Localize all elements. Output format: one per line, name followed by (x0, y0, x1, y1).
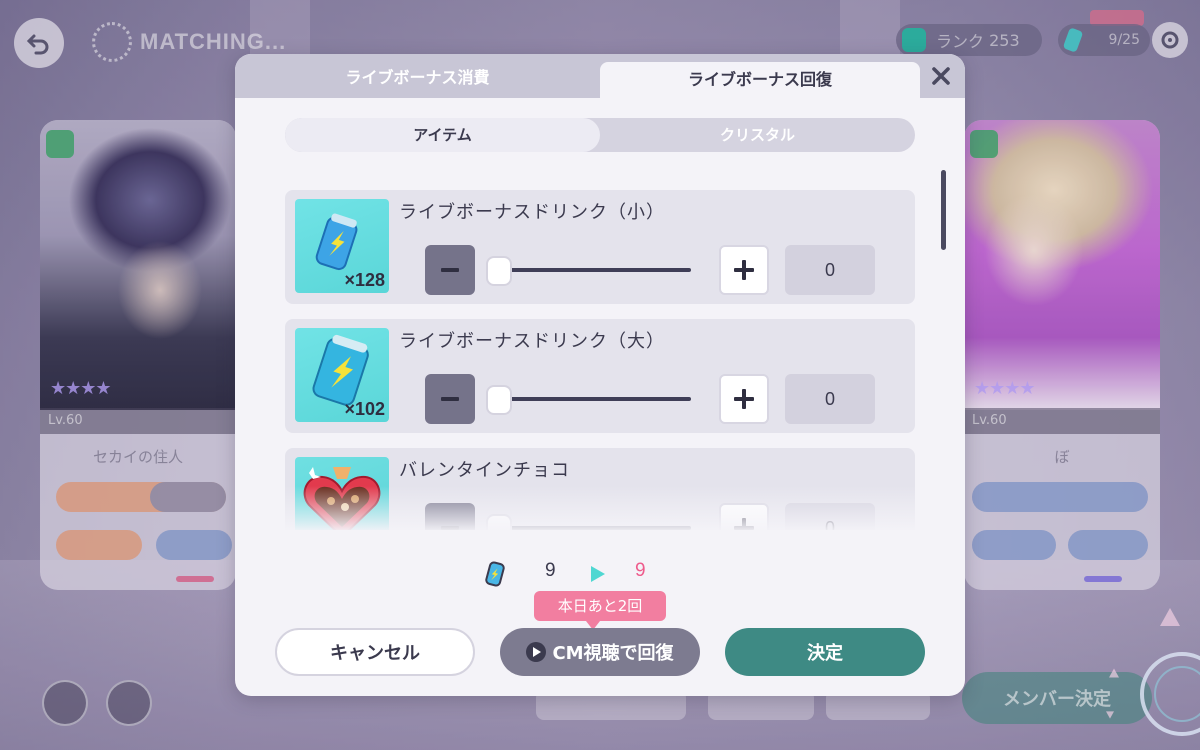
segment-crystal[interactable]: クリスタル (600, 118, 915, 152)
item-list[interactable]: ×128 ライブボーナスドリンク（小） 0 ×102 ライブボーナスドリンク（大… (285, 190, 915, 530)
watch-cm-label: CM視聴で回復 (552, 643, 674, 664)
increment-button[interactable] (719, 245, 769, 295)
plus-icon (734, 389, 754, 409)
bonus-drink-small-icon: ×128 (295, 199, 389, 293)
quantity-field[interactable]: 0 (785, 245, 875, 295)
list-item: ×102 ライブボーナスドリンク（大） 0 (285, 319, 915, 433)
minus-icon (441, 397, 459, 401)
tab-live-bonus-consume[interactable]: ライブボーナス消費 (235, 54, 600, 98)
list-item: ×128 ライブボーナスドリンク（小） 0 (285, 190, 915, 304)
dialog-tab-bar: ライブボーナス消費 ライブボーナス回復 (235, 54, 965, 98)
plus-icon (734, 260, 754, 280)
arrow-right-icon (591, 566, 605, 582)
live-bonus-summary: 9 9 (485, 560, 725, 590)
segment-item[interactable]: アイテム (285, 118, 600, 152)
quantity-slider-track[interactable] (495, 397, 691, 401)
close-icon (932, 67, 950, 85)
minus-icon (441, 268, 459, 272)
cancel-button[interactable]: キャンセル (275, 628, 475, 676)
confirm-button[interactable]: 決定 (725, 628, 925, 676)
current-bonus-value: 9 (545, 560, 556, 581)
list-scrollbar[interactable] (941, 170, 946, 250)
item-name: ライブボーナスドリンク（小） (399, 202, 665, 223)
item-name: バレンタインチョコ (399, 460, 570, 481)
quantity-field[interactable]: 0 (785, 374, 875, 424)
decrement-button[interactable] (425, 374, 475, 424)
quantity-slider-handle[interactable] (486, 256, 512, 286)
decrement-button[interactable] (425, 245, 475, 295)
result-bonus-value: 9 (635, 560, 646, 581)
close-button[interactable] (925, 60, 957, 92)
watch-cm-recover-button[interactable]: CM視聴で回復 (500, 628, 700, 676)
remaining-today-tooltip: 本日あと2回 (534, 591, 666, 630)
item-owned-count: ×128 (344, 270, 385, 290)
play-icon (526, 642, 547, 662)
recover-method-segment: アイテム クリスタル (285, 118, 915, 152)
live-bonus-dialog: ライブボーナス消費 ライブボーナス回復 アイテム クリスタル ×128 ライブボ… (235, 54, 965, 696)
quantity-slider-track[interactable] (495, 268, 691, 272)
item-name: ライブボーナスドリンク（大） (399, 331, 665, 352)
tab-live-bonus-recover[interactable]: ライブボーナス回復 (600, 62, 920, 98)
live-bonus-drink-icon (485, 561, 505, 587)
item-owned-count: ×102 (344, 399, 385, 419)
increment-button[interactable] (719, 374, 769, 424)
bonus-drink-large-icon: ×102 (295, 328, 389, 422)
list-fade (285, 486, 915, 530)
quantity-slider-handle[interactable] (486, 385, 512, 415)
